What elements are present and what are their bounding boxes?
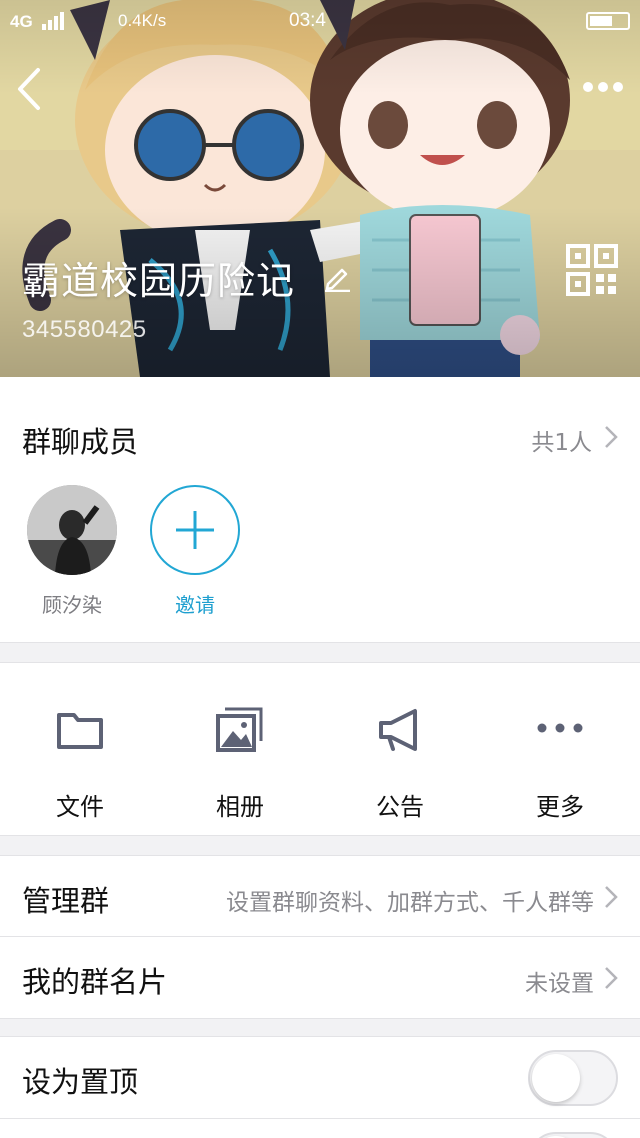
more-button[interactable]: 更多 <box>480 663 640 835</box>
member-item[interactable]: 顾汐染 <box>27 485 117 618</box>
toggle-knob <box>532 1054 580 1102</box>
network-speed: 0.4K/s <box>118 11 167 30</box>
next-setting-row <box>0 1119 640 1138</box>
avatar <box>27 485 117 575</box>
chevron-right-icon <box>605 886 618 908</box>
album-label: 相册 <box>216 793 264 821</box>
back-button[interactable] <box>12 66 46 112</box>
album-button[interactable]: 相册 <box>160 663 320 835</box>
chevron-right-icon <box>605 967 618 989</box>
quick-actions: 文件 相册 公告 更多 <box>0 662 640 836</box>
clock: 03:4 <box>289 10 326 31</box>
pin-to-top-title: 设为置顶 <box>22 1065 139 1099</box>
invite-label: 邀请 <box>175 593 215 617</box>
qr-code-icon[interactable] <box>566 244 618 296</box>
network-type: 4G <box>10 12 33 31</box>
invite-button[interactable]: 邀请 <box>150 485 240 618</box>
my-group-card-value: 未设置 <box>525 971 594 997</box>
members-title: 群聊成员 <box>22 425 139 459</box>
plus-icon <box>150 485 240 575</box>
setting-toggle[interactable] <box>528 1132 618 1138</box>
pin-to-top-toggle[interactable] <box>528 1050 618 1106</box>
more-dots-icon <box>537 723 583 733</box>
more-options-button[interactable] <box>580 74 626 100</box>
members-section: 群聊成员 共1人 顾汐染 邀请 <box>0 377 640 643</box>
manage-group-title: 管理群 <box>22 884 110 918</box>
files-label: 文件 <box>56 793 104 821</box>
megaphone-icon <box>379 709 417 751</box>
announcement-button[interactable]: 公告 <box>320 663 480 835</box>
members-count[interactable]: 共1人 <box>531 423 592 457</box>
divider <box>0 1018 640 1019</box>
folder-icon <box>57 713 103 749</box>
signal-icon <box>42 12 64 30</box>
group-number: 345580425 <box>22 316 147 343</box>
manage-group-row[interactable]: 管理群 设置群聊资料、加群方式、千人群等 <box>0 856 640 937</box>
status-bar: 4G 0.4K/s 03:4 <box>0 0 640 44</box>
manage-group-description: 设置群聊资料、加群方式、千人群等 <box>226 890 594 916</box>
member-name: 顾汐染 <box>42 593 102 617</box>
chevron-right-icon[interactable] <box>604 425 618 449</box>
battery-icon <box>586 12 630 30</box>
album-icon <box>216 707 263 752</box>
pencil-icon[interactable] <box>322 262 352 292</box>
my-group-card-row[interactable]: 我的群名片 未设置 <box>0 937 640 1018</box>
group-name: 霸道校园历险记 <box>22 259 296 303</box>
more-label: 更多 <box>536 793 584 821</box>
pin-to-top-row: 设为置顶 <box>0 1037 640 1118</box>
announcement-label: 公告 <box>376 793 424 821</box>
my-group-card-title: 我的群名片 <box>22 965 168 999</box>
files-button[interactable]: 文件 <box>0 663 160 835</box>
group-cover-banner[interactable]: 4G 0.4K/s 03:4 霸道校园历险记 345580425 <box>0 0 640 377</box>
